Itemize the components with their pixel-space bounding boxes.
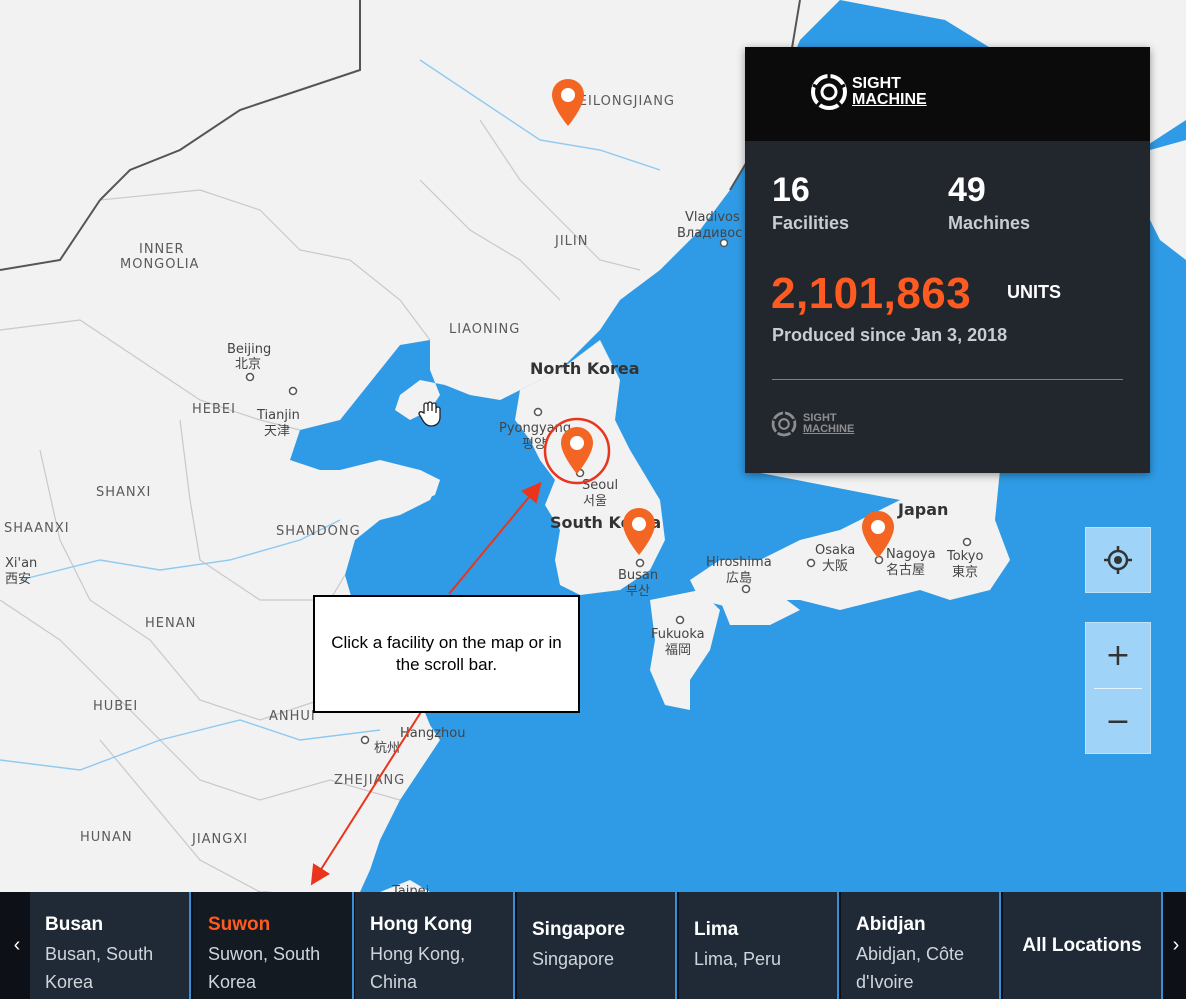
map-label-seoul-ko: 서울 [583, 494, 607, 509]
zoom-out-button[interactable]: − [1086, 689, 1150, 753]
facility-card-subtitle: Abidjan, Côte d'Ivoire [856, 944, 965, 992]
map-label-tianjin: Tianjin [257, 408, 300, 423]
units-label: UNITS [1007, 282, 1061, 302]
map-label-tokyo-ja: 東京 [952, 565, 979, 580]
map-label-busan-ko: 부산 [626, 584, 650, 599]
facility-card-subtitle: Hong Kong, China [370, 944, 466, 992]
panel-header: SIGHT MACHINE [745, 47, 1150, 141]
map-label-shandong: SHANDONG [276, 524, 361, 539]
map-label-japan: Japan [898, 500, 949, 519]
map-label-beijing: Beijing [227, 342, 272, 357]
instruction-text: Click a facility on the map or in the sc… [331, 633, 562, 674]
facilities-value: 16 [772, 171, 810, 209]
sight-machine-logo-icon [811, 74, 847, 110]
map-label-shanxi: SHANXI [96, 485, 152, 500]
map-label-pyongyang-ko: 평양 [522, 437, 546, 452]
facility-card-abidjan[interactable]: Abidjan Abidjan, Côte d'Ivoire [841, 892, 1001, 999]
map-label-nagoya-ja: 名古屋 [886, 563, 926, 578]
map-label-hangzhou-zh: 杭州 [374, 741, 401, 756]
footer-logo: SIGHT MACHINE [771, 411, 854, 437]
map-label-anhui: ANHUI [269, 709, 316, 724]
logo-line2: MACHINE [852, 91, 927, 108]
facility-card-title: Singapore [532, 918, 625, 940]
facility-card-subtitle: Busan, South Korea [45, 944, 154, 992]
panel-divider [772, 379, 1123, 380]
facility-card-title: Lima [694, 918, 739, 940]
map-label-xian: Xi'an [5, 556, 38, 571]
facility-card-title: Suwon [208, 914, 271, 935]
facility-card-subtitle: Lima, Peru [694, 948, 782, 969]
map-label-vladivostok: Vladivos [685, 210, 740, 225]
map-label-shaanxi: SHAANXI [4, 521, 70, 536]
logo-line1: SIGHT [852, 75, 901, 92]
facilities-label: Facilities [772, 213, 850, 233]
map-label-beijing-zh: 北京 [235, 357, 262, 372]
machines-label: Machines [948, 213, 1031, 233]
map-label-hangzhou: Hangzhou [400, 726, 466, 741]
facility-card-subtitle: Singapore [532, 948, 615, 969]
map-label-hiroshima: Hiroshima [706, 555, 772, 570]
map-label-fukuoka-ja: 福岡 [665, 643, 692, 658]
map-label-xian-zh: 西安 [5, 572, 32, 587]
nagoya-pin[interactable] [861, 510, 895, 560]
scroll-prev-button[interactable]: ‹ [5, 892, 29, 999]
map-label-fukuoka: Fukuoka [651, 627, 705, 642]
facility-card-lima[interactable]: Lima Lima, Peru [679, 892, 839, 999]
map-label-inner: INNER [139, 242, 185, 257]
map-label-osaka-ja: 大阪 [822, 559, 849, 574]
map-label-seoul: Seoul [582, 478, 619, 493]
footer-logo-icon [771, 411, 797, 437]
facility-card-title: Hong Kong [370, 914, 473, 935]
facility-card-suwon[interactable]: Suwon Suwon, South Korea [193, 892, 354, 999]
map-label-liaoning: LIAONING [449, 322, 521, 337]
facility-card-title: Abidjan [856, 914, 926, 935]
facility-card-title: Busan [45, 914, 104, 935]
map-label-jilin: JILIN [555, 234, 589, 249]
locate-button[interactable] [1085, 527, 1151, 593]
facility-card-subtitle: Suwon, South Korea [208, 944, 321, 992]
map-label-hiroshima-ja: 広島 [726, 571, 753, 586]
instruction-callout: Click a facility on the map or in the sc… [313, 595, 580, 713]
crosshair-icon [1104, 546, 1132, 574]
all-locations-label: All Locations [1022, 934, 1142, 956]
summary-panel: SIGHT MACHINE 16 Facilities 49 Machines … [745, 47, 1150, 473]
map-label-tokyo: Tokyo [947, 549, 984, 564]
map-label-hunan: HUNAN [80, 830, 133, 845]
sight-machine-logo: SIGHT MACHINE [810, 73, 927, 111]
facility-scroll-bar: ‹ Busan Busan, South Korea Suwon Suwon, … [0, 892, 1186, 999]
map-label-vladivostok-ru: Владивос [677, 226, 743, 241]
all-locations-button[interactable]: All Locations [1003, 892, 1163, 999]
map-label-henan: HENAN [145, 616, 197, 631]
chevron-left-icon: ‹ [13, 934, 21, 956]
heilongjiang-pin[interactable] [551, 78, 585, 128]
busan-pin[interactable] [622, 507, 656, 557]
map-label-busan: Busan [618, 568, 659, 583]
scroll-next-button[interactable]: › [1164, 892, 1186, 999]
map-label-north-korea: North Korea [530, 359, 640, 378]
map-label-jiangxi: JIANGXI [192, 832, 249, 847]
map-label-hubei: HUBEI [93, 699, 139, 714]
machines-value: 49 [948, 171, 986, 209]
zoom-in-button[interactable]: + [1086, 623, 1150, 687]
map-label-zhejiang: ZHEJIANG [334, 773, 406, 788]
map-label-osaka: Osaka [815, 543, 856, 558]
map-label-hebei: HEBEI [192, 402, 236, 417]
suwon-pin[interactable] [560, 426, 594, 476]
facility-card-busan[interactable]: Busan Busan, South Korea [30, 892, 191, 999]
map-label-mongolia: MONGOLIA [120, 257, 200, 272]
facility-card-singapore[interactable]: Singapore Singapore [517, 892, 677, 999]
facility-card-hong-kong[interactable]: Hong Kong Hong Kong, China [355, 892, 515, 999]
zoom-control: + − [1085, 622, 1151, 754]
produced-since: Produced since Jan 3, 2018 [772, 325, 1008, 345]
footer-logo-line2: MACHINE [803, 423, 855, 435]
units-value: 2,101,863 [771, 269, 972, 318]
hand-cursor-icon [418, 401, 441, 427]
map-label-tianjin-zh: 天津 [264, 424, 291, 439]
chevron-right-icon: › [1172, 934, 1180, 956]
